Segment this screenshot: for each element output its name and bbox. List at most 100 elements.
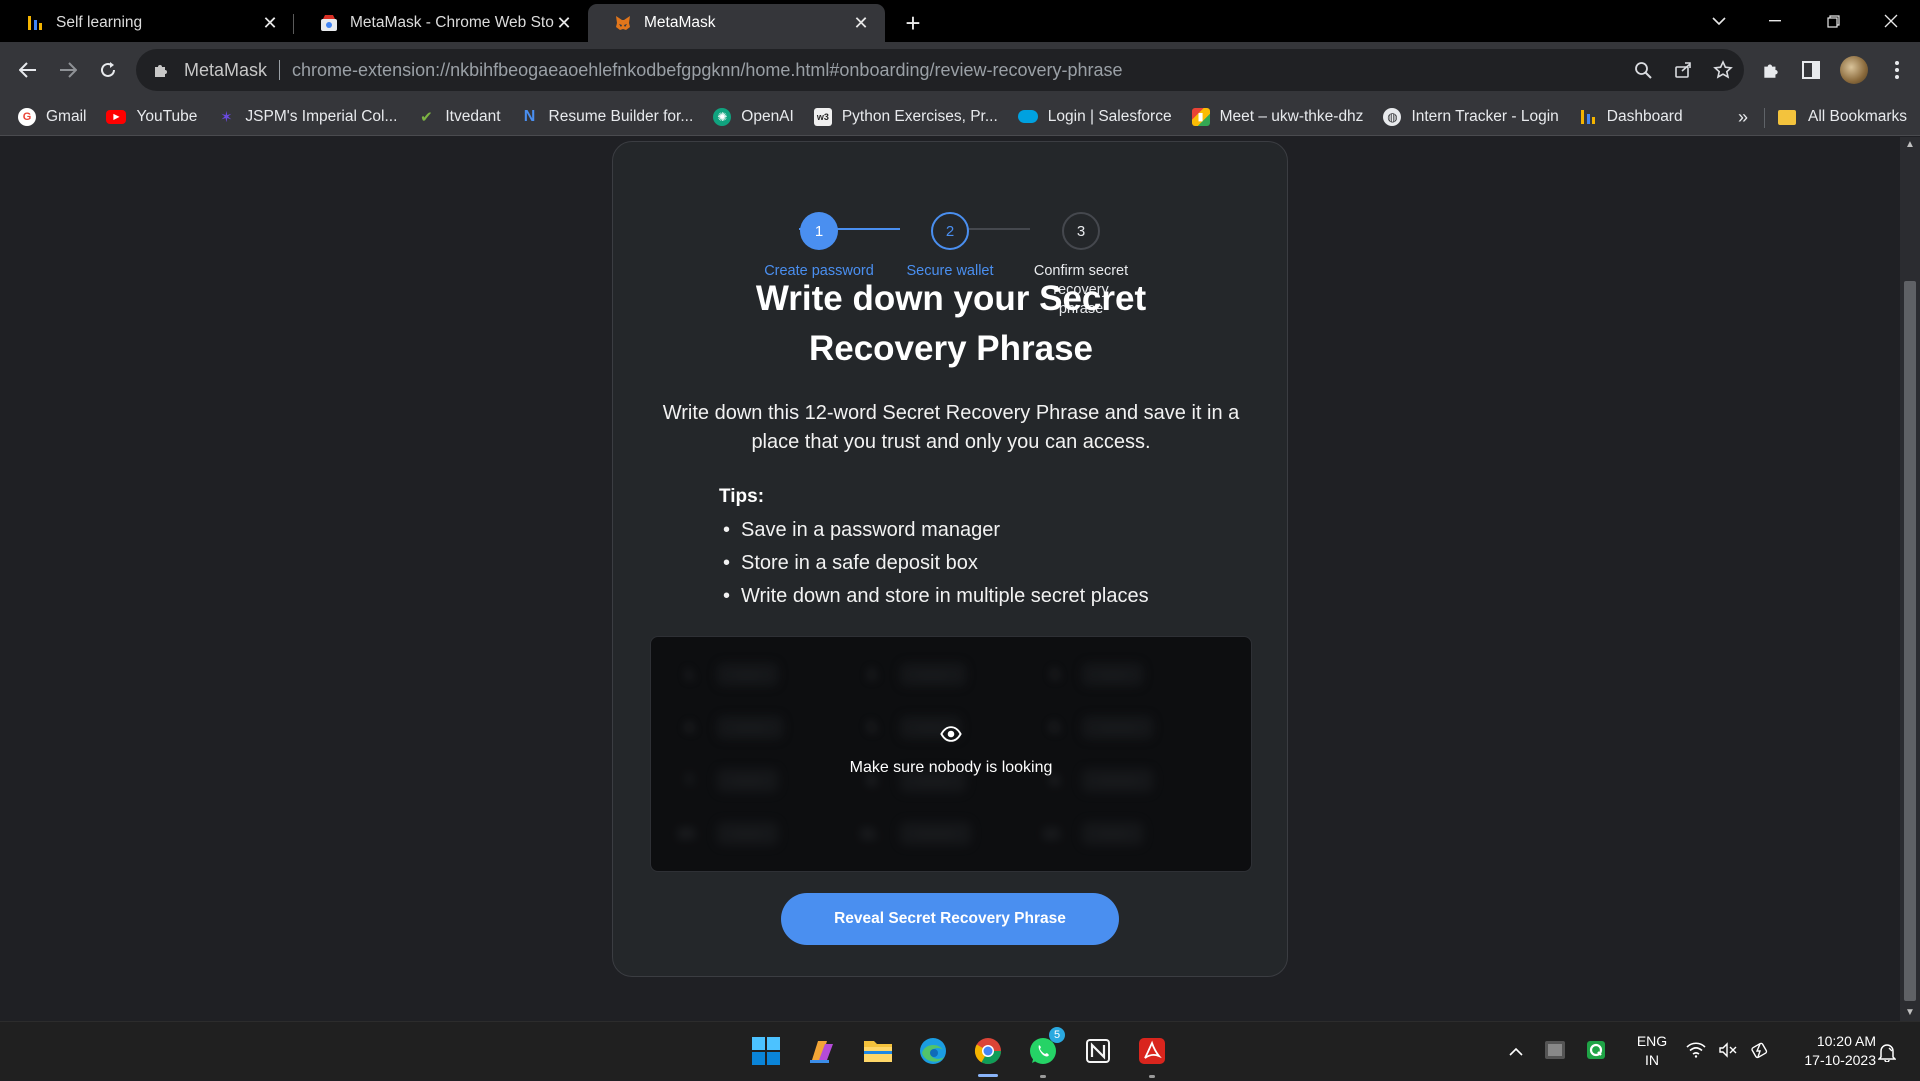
more-menu-icon[interactable] — [1886, 59, 1908, 81]
chrome-icon[interactable] — [970, 1033, 1006, 1069]
onboarding-card: 1 2 3 Create password Secure wallet Conf… — [612, 141, 1288, 977]
tab-metamask[interactable]: MetaMask ✕ — [588, 4, 885, 42]
eye-icon — [940, 726, 962, 742]
tab-title: Self learning — [56, 14, 143, 31]
notification-bell-icon[interactable] — [1878, 1022, 1896, 1081]
close-icon[interactable]: ✕ — [851, 13, 871, 33]
privacy-notice: Make sure nobody is looking — [849, 759, 1053, 776]
acrobat-running-indicator — [1149, 1075, 1155, 1078]
windows-start-icon[interactable] — [748, 1033, 784, 1069]
file-explorer-icon[interactable] — [860, 1033, 896, 1069]
secret-phrase-blurred-box[interactable]: 1. ····· 2. ······ 3. ····· 4. ······ 5. ····… — [650, 636, 1252, 872]
bookmark-label: Itvedant — [445, 107, 501, 125]
chevron-up-icon[interactable] — [1508, 1044, 1524, 1060]
step-3-indicator: 3 — [1062, 212, 1100, 250]
bookmarks-divider — [1764, 108, 1765, 128]
bookmark-gmail[interactable]: G Gmail — [18, 107, 87, 126]
tip-item: Save in a password manager — [719, 514, 1149, 547]
wifi-icon — [1686, 1042, 1706, 1061]
openai-icon: ✺ — [713, 107, 732, 126]
bookmarks-overflow-button[interactable]: » — [1738, 98, 1748, 136]
windows-taskbar: 5 ENG IN 10:20 AM 17-10-2023 — [0, 1021, 1920, 1080]
tab-title: MetaMask - Chrome Web Store — [350, 14, 554, 31]
salesforce-icon — [1017, 110, 1038, 123]
extension-puzzle-icon — [150, 59, 172, 81]
gmail-icon: G — [18, 107, 36, 126]
status-icons[interactable] — [1686, 1022, 1770, 1081]
metamask-fox-icon — [614, 14, 632, 32]
close-icon[interactable]: ✕ — [260, 13, 280, 33]
folder-icon — [1778, 109, 1796, 125]
globe-icon: ◍ — [1383, 107, 1402, 126]
bookmark-youtube[interactable]: ▶ YouTube — [106, 108, 197, 126]
webstore-icon — [320, 14, 338, 32]
reveal-secret-phrase-button[interactable]: Reveal Secret Recovery Phrase — [781, 893, 1119, 945]
bookmark-label: OpenAI — [741, 107, 794, 125]
bookmark-meet[interactable]: ▮ Meet – ukw-thke-dhz — [1191, 107, 1363, 126]
step-1-indicator: 1 — [800, 212, 838, 250]
tips-list: Save in a password manager Store in a sa… — [719, 514, 1149, 613]
onboarding-stepper: 1 2 3 Create password Secure wallet Conf… — [613, 172, 1289, 317]
page-scrollbar[interactable]: ▲ ▼ — [1900, 137, 1920, 1021]
bookmark-star-icon[interactable] — [1712, 59, 1734, 81]
stats-icon — [26, 14, 44, 32]
bookmark-resume-builder[interactable]: N Resume Builder for... — [521, 108, 694, 126]
back-button[interactable] — [8, 50, 48, 90]
restore-button[interactable] — [1810, 0, 1856, 42]
bookmark-jspm[interactable]: ✶ JSPM's Imperial Col... — [217, 108, 397, 126]
bookmark-salesforce[interactable]: Login | Salesforce — [1017, 108, 1172, 126]
minimize-button[interactable] — [1752, 0, 1798, 42]
address-bar[interactable]: MetaMask chrome-extension://nkbihfbeogae… — [136, 49, 1744, 91]
system-clock[interactable]: 10:20 AM 17-10-2023 — [1780, 1032, 1876, 1070]
tray-app-icon[interactable] — [1544, 1040, 1566, 1063]
close-window-button[interactable] — [1868, 0, 1914, 42]
bookmark-label: YouTube — [136, 107, 198, 125]
scroll-up-arrow[interactable]: ▲ — [1904, 139, 1916, 151]
scroll-down-arrow[interactable]: ▼ — [1904, 1007, 1916, 1019]
forward-button[interactable] — [48, 50, 88, 90]
bookmark-dashboard[interactable]: Dashboard — [1579, 108, 1683, 126]
zoom-icon[interactable] — [1632, 59, 1654, 81]
bookmark-label: Python Exercises, Pr... — [841, 107, 998, 125]
bookmark-label: Resume Builder for... — [548, 107, 694, 125]
battery-charging-icon — [1750, 1041, 1770, 1062]
step-number: 1 — [814, 222, 824, 240]
browser-toolbar: MetaMask chrome-extension://nkbihfbeogae… — [0, 42, 1920, 98]
metamask-onboarding-page: 1 2 3 Create password Secure wallet Conf… — [0, 137, 1900, 1021]
clock-time: 10:20 AM — [1816, 1033, 1876, 1049]
bookmark-openai[interactable]: ✺ OpenAI — [713, 107, 794, 126]
url-text[interactable]: chrome-extension://nkbihfbeogaeaoehlefnk… — [292, 60, 1123, 81]
new-tab-button[interactable]: + — [893, 4, 933, 42]
notion-icon[interactable] — [1080, 1033, 1116, 1069]
clock-date: 17-10-2023 — [1804, 1052, 1876, 1068]
extensions-icon[interactable] — [1760, 59, 1782, 81]
quickheal-icon[interactable] — [1586, 1040, 1606, 1063]
site-name: MetaMask — [184, 59, 268, 80]
acrobat-icon[interactable] — [1134, 1033, 1170, 1069]
bookmark-intern-tracker[interactable]: ◍ Intern Tracker - Login — [1383, 107, 1559, 126]
side-panel-icon[interactable] — [1800, 59, 1822, 81]
all-bookmarks-button[interactable]: All Bookmarks — [1778, 98, 1907, 136]
input-language-indicator[interactable]: ENG IN — [1634, 1032, 1670, 1070]
scrollbar-thumb[interactable] — [1904, 281, 1916, 1001]
copilot-icon[interactable] — [804, 1033, 840, 1069]
tab-self-learning[interactable]: Self learning ✕ — [0, 4, 294, 42]
bookmark-python-exercises[interactable]: w3 Python Exercises, Pr... — [813, 107, 998, 126]
jspm-icon: ✶ — [220, 108, 233, 126]
step-2-indicator: 2 — [931, 212, 969, 250]
edge-icon[interactable] — [915, 1033, 951, 1069]
system-tray — [1508, 1022, 1606, 1081]
close-icon[interactable]: ✕ — [554, 13, 574, 33]
resume-icon: N — [523, 107, 536, 125]
share-icon[interactable] — [1672, 59, 1694, 81]
bookmark-itvedant[interactable]: ✔ Itvedant — [417, 108, 500, 126]
bookmark-label: Gmail — [46, 107, 87, 125]
language-code: ENG — [1636, 1033, 1668, 1049]
tips-heading: Tips: — [719, 486, 765, 507]
tab-metamask-web-store[interactable]: MetaMask - Chrome Web Store ✕ — [294, 4, 588, 42]
tab-search-icon[interactable] — [1696, 0, 1742, 42]
whatsapp-icon[interactable]: 5 — [1025, 1027, 1065, 1069]
reload-button[interactable] — [88, 50, 128, 90]
profile-avatar[interactable] — [1840, 56, 1868, 84]
whatsapp-badge: 5 — [1049, 1027, 1065, 1043]
